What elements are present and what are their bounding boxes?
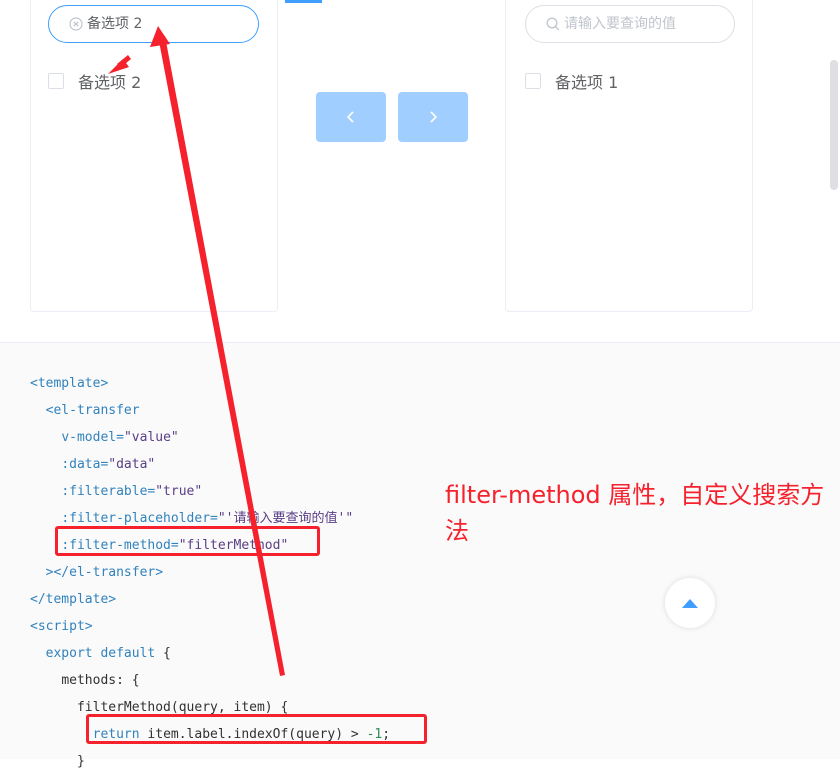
chevron-right-icon	[430, 111, 438, 123]
highlight-return-line	[86, 714, 427, 744]
right-filter-placeholder: 请输入要查询的值	[564, 16, 676, 32]
code-line: <el-transfer	[30, 403, 140, 418]
item-label: 备选项 1	[555, 73, 619, 92]
code-attr: :data=	[61, 457, 109, 472]
back-to-top-button[interactable]	[665, 578, 715, 628]
search-icon	[546, 17, 560, 31]
code-text: methods: {	[61, 673, 140, 688]
item-checkbox[interactable]	[525, 73, 541, 89]
item-checkbox[interactable]	[48, 73, 64, 89]
transfer-panel-right	[505, 0, 753, 312]
clear-circle-icon[interactable]	[69, 17, 83, 31]
left-filter-value: 备选项 2	[87, 16, 143, 32]
code-value: "value"	[123, 430, 179, 445]
caret-up-icon	[682, 599, 698, 608]
annotation-note: filter-method 属性，自定义搜索方法	[445, 481, 825, 545]
right-list-item[interactable]: 备选项 1	[525, 69, 618, 93]
code-value: "data"	[108, 457, 156, 472]
code-value: "true"	[155, 484, 203, 499]
code-text: filterMethod(query, item) {	[76, 700, 289, 715]
active-tab-indicator	[285, 0, 322, 3]
code-value: "'请输入要查询的值'"	[217, 511, 354, 526]
page-scrollbar[interactable]	[830, 60, 838, 190]
move-right-button[interactable]	[398, 92, 468, 142]
left-list-item[interactable]: 备选项 2	[48, 69, 141, 93]
code-attr: v-model=	[61, 430, 124, 445]
code-text: {	[155, 646, 171, 661]
left-filter-input[interactable]: 备选项 2	[48, 5, 259, 43]
code-line: </template>	[30, 592, 117, 607]
code-text: }	[76, 754, 85, 769]
code-attr: :filterable=	[61, 484, 156, 499]
code-line: <template>	[30, 376, 109, 391]
right-filter-input[interactable]: 请输入要查询的值	[525, 5, 735, 43]
item-label: 备选项 2	[78, 73, 142, 92]
code-keyword: export default	[45, 646, 156, 661]
code-line: <script>	[30, 619, 93, 634]
highlight-filter-method	[55, 526, 320, 556]
transfer-panel-left	[30, 0, 278, 312]
chevron-left-icon	[346, 111, 354, 123]
code-attr: :filter-placeholder=	[61, 511, 218, 526]
code-line: ></el-transfer>	[45, 565, 164, 580]
move-left-button[interactable]	[316, 92, 386, 142]
